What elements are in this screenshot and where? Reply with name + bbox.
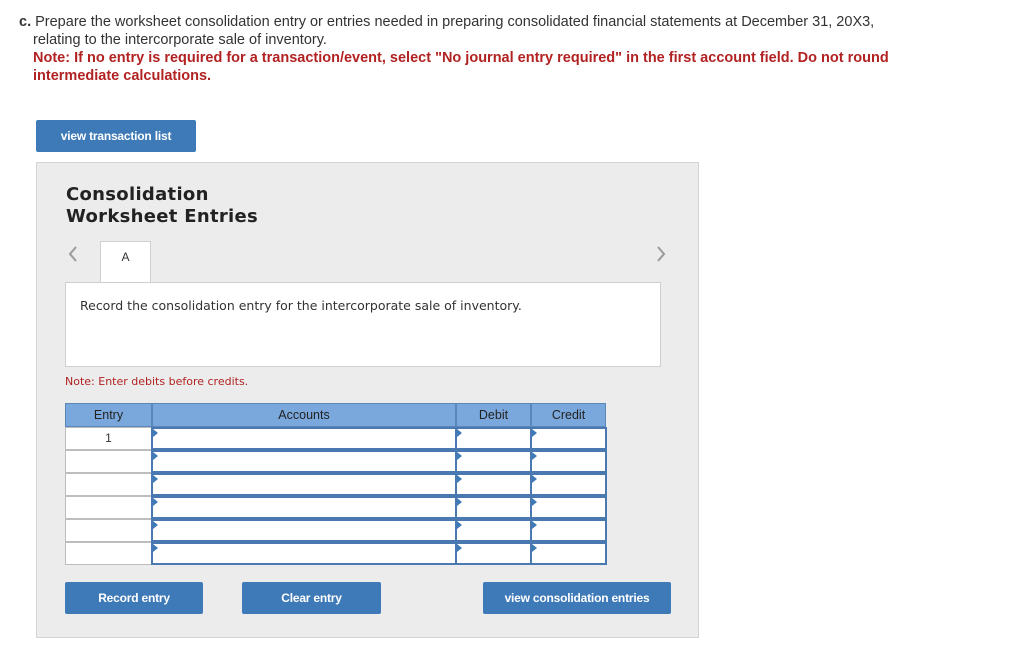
question-line1: Prepare the worksheet consolidation entr… [31, 14, 875, 30]
account-field[interactable] [151, 519, 457, 542]
debit-field[interactable] [455, 519, 532, 542]
view-consolidation-entries-button[interactable]: view consolidation entries [483, 582, 671, 614]
panel-title-line1: Consolidation [66, 184, 209, 205]
entry-cell [65, 542, 152, 565]
debit-field[interactable] [455, 473, 532, 496]
question-note-line2: intermediate calculations. [33, 68, 212, 84]
question-line2: relating to the intercorporate sale of i… [33, 32, 327, 48]
panel-title-line2: Worksheet Entries [66, 206, 259, 227]
credit-field[interactable] [530, 450, 607, 473]
entry-cell [65, 450, 152, 473]
record-entry-button[interactable]: Record entry [65, 582, 203, 614]
entry-cell: 1 [65, 427, 152, 450]
account-field[interactable] [151, 473, 457, 496]
credit-field[interactable] [530, 542, 607, 565]
header-entry: Entry [65, 403, 152, 427]
clear-entry-button[interactable]: Clear entry [242, 582, 381, 614]
instruction-text: Record the consolidation entry for the i… [80, 298, 522, 313]
credit-field[interactable] [530, 427, 607, 450]
account-field[interactable] [151, 450, 457, 473]
consolidation-panel: Consolidation Worksheet Entries A Record… [36, 162, 699, 638]
credit-field[interactable] [530, 496, 607, 519]
question-text: c. Prepare the worksheet consolidation e… [19, 13, 979, 85]
entry-cell [65, 496, 152, 519]
header-accounts: Accounts [152, 403, 456, 427]
credit-field[interactable] [530, 473, 607, 496]
debit-field[interactable] [455, 542, 532, 565]
view-transaction-list-button[interactable]: view transaction list [36, 120, 196, 152]
panel-title: Consolidation Worksheet Entries [66, 184, 258, 228]
credit-field[interactable] [530, 519, 607, 542]
debit-field[interactable] [455, 427, 532, 450]
header-credit: Credit [531, 403, 606, 427]
tab-a[interactable]: A [100, 241, 151, 283]
account-field[interactable] [151, 427, 457, 450]
question-note-line1: Note: If no entry is required for a tran… [33, 50, 889, 66]
account-field[interactable] [151, 542, 457, 565]
chevron-left-icon[interactable] [65, 245, 81, 267]
header-debit: Debit [456, 403, 531, 427]
debit-field[interactable] [455, 496, 532, 519]
debits-note: Note: Enter debits before credits. [65, 375, 249, 388]
question-prefix: c. [19, 14, 32, 30]
debit-field[interactable] [455, 450, 532, 473]
account-field[interactable] [151, 496, 457, 519]
chevron-right-icon[interactable] [653, 245, 669, 267]
instruction-box: Record the consolidation entry for the i… [65, 282, 661, 367]
entry-cell [65, 519, 152, 542]
entry-cell [65, 473, 152, 496]
